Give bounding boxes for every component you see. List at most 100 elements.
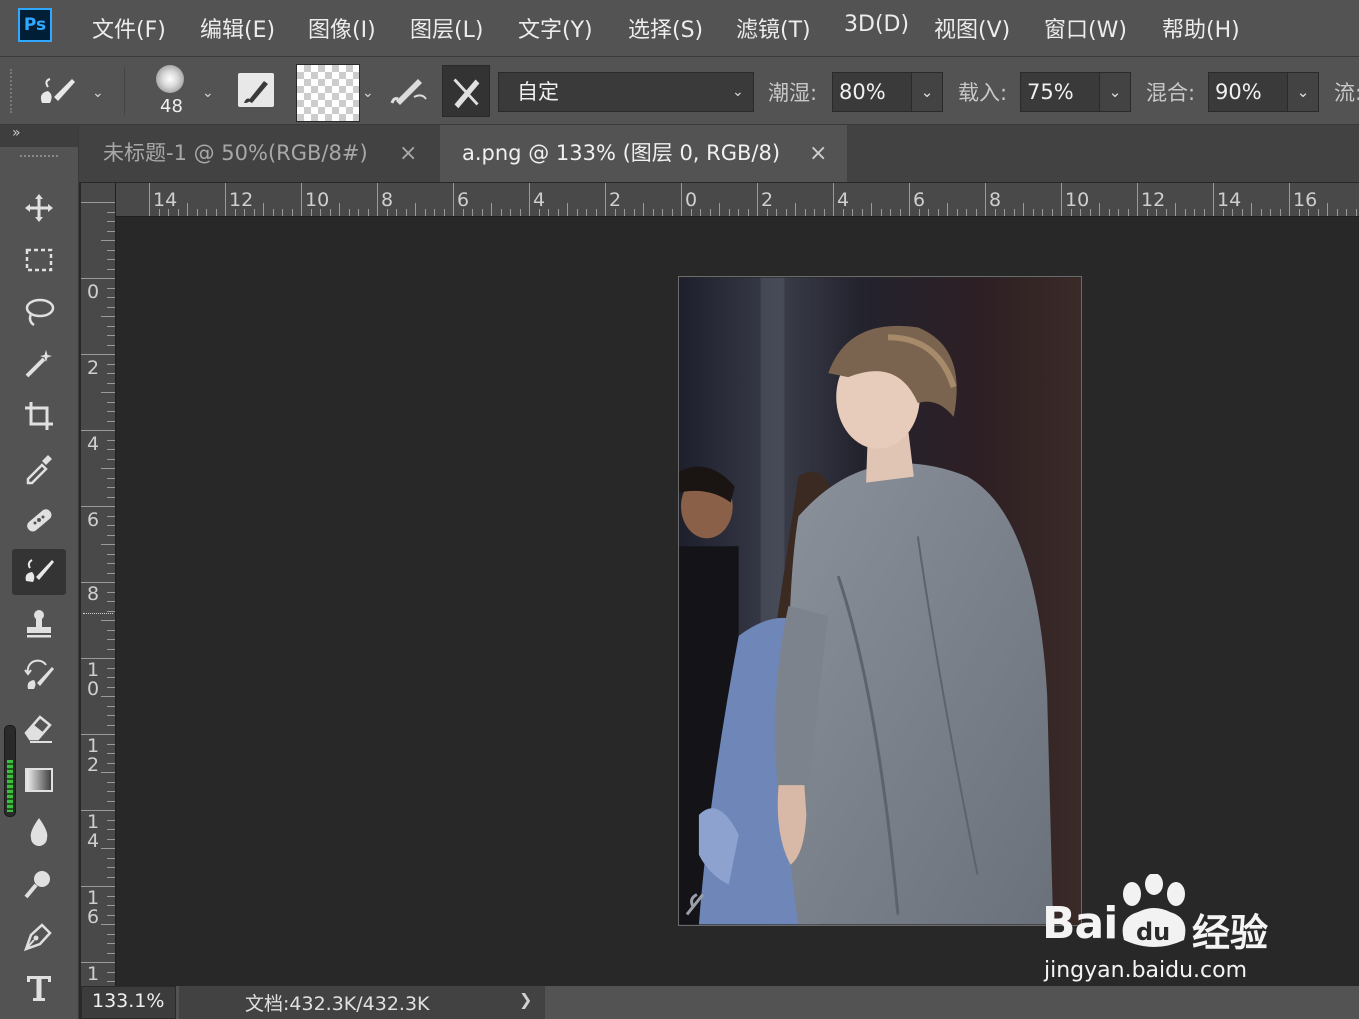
- watermark-brand-du: du: [1136, 918, 1171, 946]
- close-icon[interactable]: ×: [399, 125, 417, 182]
- menu-select[interactable]: 选择(S): [628, 12, 703, 44]
- mixer-preset-select[interactable]: 自定: [498, 72, 754, 112]
- lasso-icon: [25, 298, 55, 327]
- ruler-label: 14: [1217, 189, 1242, 211]
- baidu-jingyan-watermark: Bai du 经验 jingyan.baidu.com: [1042, 870, 1342, 990]
- clone-stamp-tool[interactable]: [12, 601, 66, 647]
- chevron-down-icon: ⌄: [732, 84, 744, 100]
- load-input[interactable]: 75%: [1020, 72, 1100, 112]
- ruler-label: 12: [229, 189, 254, 211]
- ruler-label: 12: [87, 735, 100, 776]
- ruler-label: 12: [1141, 189, 1166, 211]
- options-bar: ⌄ 48 ⌄ ⌄ 自定 ⌄ 潮湿: 80% ⌄ 载入: 75% ⌄ 混合: 90…: [0, 57, 1359, 125]
- ruler-label: 0: [87, 281, 100, 303]
- tab-label: 未标题-1 @ 50%(RGB/8#): [103, 141, 368, 165]
- tools-grip[interactable]: [20, 155, 58, 163]
- move-tool[interactable]: [12, 185, 66, 231]
- ruler-label: 8: [87, 583, 100, 605]
- healing-brush-icon: [27, 509, 52, 532]
- tools-panel-header[interactable]: »: [0, 125, 78, 147]
- type-icon: [27, 976, 51, 1001]
- brush-size: 48: [160, 96, 183, 117]
- crop-icon: [25, 402, 53, 430]
- magic-wand-icon: [25, 350, 52, 378]
- mix-label: 混合:: [1146, 81, 1196, 105]
- mixer-brush-tool[interactable]: [12, 549, 66, 595]
- lasso-tool[interactable]: [12, 289, 66, 335]
- ruler-label: 6: [87, 509, 100, 531]
- load-brush-button[interactable]: [388, 71, 430, 111]
- type-tool[interactable]: [12, 965, 66, 1011]
- clean-brush-button[interactable]: [442, 65, 490, 117]
- gradient-tool[interactable]: [12, 757, 66, 803]
- pen-tool[interactable]: [12, 913, 66, 959]
- chevron-down-icon[interactable]: ⌄: [362, 85, 374, 101]
- pen-icon: [23, 923, 52, 952]
- tab-untitled-1[interactable]: 未标题-1 @ 50%(RGB/8#) ×: [79, 125, 439, 182]
- menu-3d[interactable]: 3D(D): [844, 12, 909, 37]
- magic-wand-tool[interactable]: [12, 341, 66, 387]
- tab-label: a.png @ 133% (图层 0, RGB/8): [462, 141, 781, 165]
- eraser-icon: [24, 715, 52, 743]
- wet-dropdown-button[interactable]: ⌄: [911, 72, 943, 112]
- brush-settings-icon: [244, 81, 268, 103]
- wet-input[interactable]: 80%: [832, 72, 912, 112]
- photo-content: [679, 277, 1081, 925]
- blur-icon: [30, 818, 48, 846]
- zoom-level: 133.1%: [92, 990, 165, 1012]
- eyedropper-icon: [26, 455, 52, 485]
- wet-label: 潮湿:: [768, 81, 818, 105]
- document-photo[interactable]: [678, 276, 1082, 926]
- history-brush-tool[interactable]: [12, 653, 66, 699]
- marquee-tool[interactable]: [12, 237, 66, 283]
- doc-info-panel[interactable]: 文档:432.3K/432.3K ❯: [179, 986, 545, 1019]
- healing-brush-tool[interactable]: [12, 497, 66, 543]
- expand-panel-icon[interactable]: »: [12, 125, 21, 141]
- chevron-down-icon[interactable]: ⌄: [92, 85, 104, 101]
- horizontal-ruler-ticks: [149, 183, 1357, 216]
- gradient-icon: [25, 768, 53, 792]
- options-grip[interactable]: [10, 69, 16, 113]
- zoom-field[interactable]: 133.1%: [81, 986, 176, 1019]
- chevron-down-icon[interactable]: ⌄: [202, 85, 214, 101]
- menu-layer[interactable]: 图层(L): [410, 12, 483, 44]
- ruler-label: 6: [913, 189, 926, 211]
- doc-size-info: 文档:432.3K/432.3K: [245, 993, 430, 1015]
- ruler-label: 14: [153, 189, 178, 211]
- load-dropdown-button[interactable]: ⌄: [1099, 72, 1131, 112]
- close-icon[interactable]: ×: [809, 125, 827, 182]
- menu-type[interactable]: 文字(Y): [518, 12, 593, 44]
- menu-window[interactable]: 窗口(W): [1044, 12, 1127, 44]
- blur-tool[interactable]: [12, 809, 66, 855]
- ruler-label: 10: [1065, 189, 1090, 211]
- mix-dropdown-button[interactable]: ⌄: [1287, 72, 1319, 112]
- mixer-brush-icon: [25, 559, 54, 582]
- status-menu-arrow-icon[interactable]: ❯: [519, 990, 532, 1009]
- ruler-label: 8: [989, 189, 1002, 211]
- brush-panel-button[interactable]: [238, 73, 274, 107]
- eyedropper-tool[interactable]: [12, 445, 66, 491]
- ruler-label: 16: [87, 887, 100, 928]
- clean-brush-icon: [453, 78, 480, 109]
- status-bar: 133.1% 文档:432.3K/432.3K ❯: [81, 986, 1359, 1019]
- eraser-tool[interactable]: [12, 705, 66, 751]
- menu-edit[interactable]: 编辑(E): [200, 12, 275, 44]
- horizontal-ruler[interactable]: 14 12 10 8 6 4 2 0 2 4 6 8 10 12 14 16: [115, 183, 1359, 217]
- dodge-tool[interactable]: [12, 861, 66, 907]
- ruler-label: 10: [305, 189, 330, 211]
- current-brush-load-swatch[interactable]: [296, 64, 360, 122]
- mix-input[interactable]: 90%: [1208, 72, 1288, 112]
- brush-tip-icon: [156, 65, 184, 93]
- mixer-brush-preset-icon: [40, 78, 75, 103]
- menu-filter[interactable]: 滤镜(T): [736, 12, 811, 44]
- brush-preset-picker[interactable]: 48: [150, 65, 190, 119]
- vertical-ruler[interactable]: 0 2 4 6 8 10 12 14 16 1: [81, 183, 116, 986]
- menu-image[interactable]: 图像(I): [308, 12, 376, 44]
- ruler-label: 4: [87, 433, 100, 455]
- tab-a-png[interactable]: a.png @ 133% (图层 0, RGB/8) ×: [440, 125, 847, 182]
- crop-tool[interactable]: [12, 393, 66, 439]
- tool-preset-picker[interactable]: [34, 73, 78, 113]
- menu-view[interactable]: 视图(V): [934, 12, 1010, 44]
- menu-help[interactable]: 帮助(H): [1162, 12, 1240, 44]
- menu-file[interactable]: 文件(F): [92, 12, 166, 44]
